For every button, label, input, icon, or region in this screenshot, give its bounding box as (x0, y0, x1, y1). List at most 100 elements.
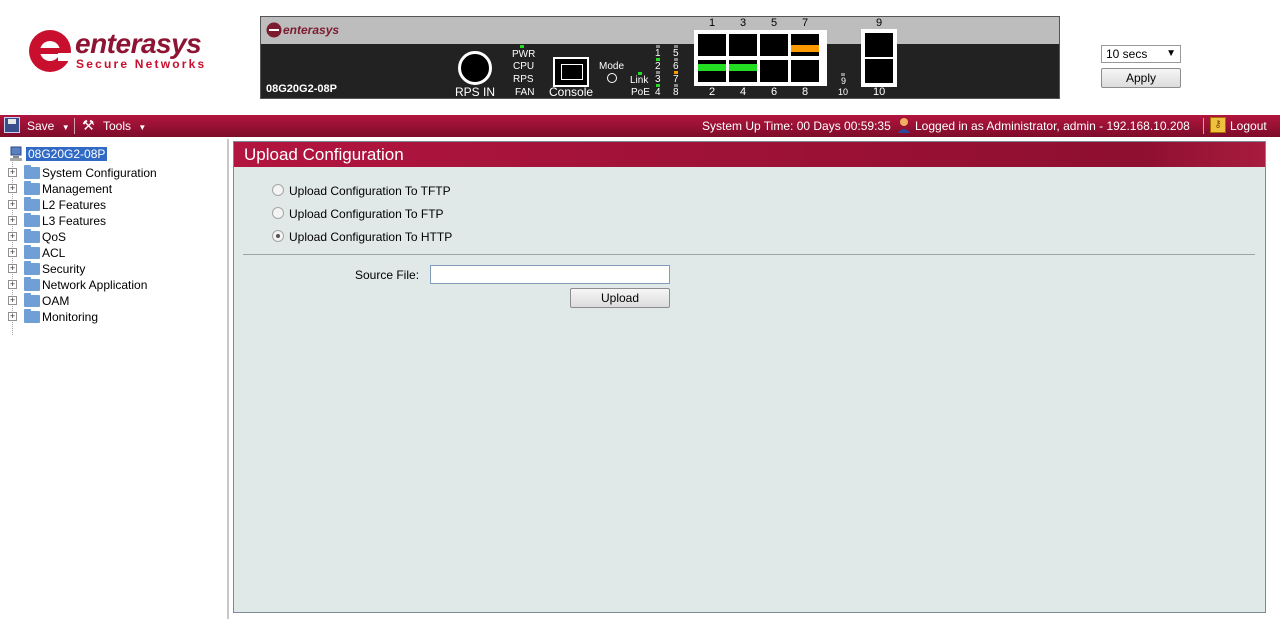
expand-icon[interactable]: + (8, 184, 17, 193)
port-num-1: 1 (709, 17, 716, 29)
radio-tftp[interactable] (272, 184, 284, 196)
rps-led-label: RPS (513, 74, 534, 85)
apply-button[interactable]: Apply (1101, 68, 1181, 88)
port-6[interactable] (760, 60, 788, 82)
radio-http[interactable] (272, 230, 284, 242)
tree-item-label: QoS (42, 230, 67, 244)
link-label: Link (630, 75, 649, 86)
mode-label: Mode (599, 61, 625, 72)
tree-item-label: Network Application (42, 278, 148, 292)
folder-icon (24, 165, 40, 179)
folder-icon (24, 293, 40, 307)
sfp-ports (861, 29, 897, 87)
expand-icon[interactable]: + (8, 280, 17, 289)
system-uptime: System Up Time: 00 Days 00:59:35 (702, 119, 891, 133)
sfp-port-9[interactable] (865, 33, 893, 57)
navigation-tree: 08G20G2-08P + System Configuration + Man… (0, 139, 229, 619)
key-icon[interactable]: ⚷ (1210, 117, 1226, 133)
port-num-3: 3 (740, 17, 747, 29)
source-file-label: Source File: (355, 268, 420, 282)
refresh-interval-select[interactable]: 10 secs ▼ (1101, 45, 1181, 63)
save-chevron-icon: ▼ (61, 123, 70, 132)
expand-icon[interactable]: + (8, 296, 17, 305)
port-num-4: 4 (740, 86, 747, 98)
port-5[interactable] (760, 34, 788, 56)
ethernet-ports (694, 30, 827, 86)
poe-label: PoE (631, 87, 650, 98)
pwr-label: PWR (512, 49, 536, 60)
port-2[interactable] (698, 60, 726, 82)
user-icon (898, 118, 910, 133)
sfp-num-10: 10 (873, 86, 886, 98)
expand-icon[interactable]: + (8, 264, 17, 273)
upload-button[interactable]: Upload (570, 288, 670, 308)
radio-ftp[interactable] (272, 207, 284, 219)
folder-icon (24, 181, 40, 195)
tree-item-label: System Configuration (42, 166, 157, 180)
page-title-bar: Upload Configuration (234, 142, 1265, 167)
logo-mark-icon (29, 30, 72, 72)
source-file-input[interactable] (430, 265, 670, 284)
cpu-label: CPU (513, 61, 535, 72)
panel-model: 08G20G2-08P (266, 83, 337, 95)
sfp-num-9: 9 (876, 17, 883, 29)
tree-item-label: OAM (42, 294, 70, 308)
port-8[interactable] (791, 60, 819, 82)
tree-root-label: 08G20G2-08P (26, 147, 108, 161)
led-num-8: 8 (673, 87, 679, 98)
port-4[interactable] (729, 60, 757, 82)
expand-icon[interactable]: + (8, 248, 17, 257)
enterasys-logo: enterasys Secure Networks (28, 28, 238, 76)
port-2-activity (698, 64, 726, 71)
tree-item-label: ACL (42, 246, 66, 260)
toolbar: Save ▼ ⚒ Tools ▼ System Up Time: 00 Days… (0, 115, 1280, 137)
port-4-activity (729, 64, 757, 71)
console-port (553, 57, 589, 87)
port-7[interactable] (791, 34, 819, 56)
port-7-activity (791, 45, 819, 52)
expand-icon[interactable]: + (8, 200, 17, 209)
toolbar-separator-2 (1203, 118, 1204, 134)
tools-label: Tools (103, 119, 132, 133)
save-menu[interactable]: Save ▼ (27, 119, 70, 133)
tools-chevron-icon: ▼ (138, 123, 147, 132)
port-num-7: 7 (802, 17, 809, 29)
tools-menu[interactable]: Tools ▼ (103, 119, 146, 133)
save-icon[interactable] (4, 117, 20, 133)
tree-item-label: Monitoring (42, 310, 99, 324)
logo-wordmark: enterasys (75, 28, 202, 59)
expand-icon[interactable]: + (8, 232, 17, 241)
chevron-down-icon: ▼ (1166, 48, 1176, 59)
port-1[interactable] (698, 34, 726, 56)
port-3[interactable] (729, 34, 757, 56)
expand-icon[interactable]: + (8, 168, 17, 177)
option-ftp-label: Upload Configuration To FTP (289, 207, 444, 221)
device-front-panel[interactable]: enterasys 08G20G2-08P RPS IN PWR CPU RPS… (260, 16, 1060, 99)
logout-link[interactable]: Logout (1230, 119, 1267, 133)
toolbar-separator (74, 118, 75, 134)
rps-port (458, 51, 492, 85)
save-label: Save (27, 119, 55, 133)
sfp-port-10[interactable] (865, 59, 893, 83)
folder-icon (24, 213, 40, 227)
tree-item-label: Security (42, 262, 86, 276)
panel-top-strip: enterasys (261, 17, 1059, 44)
folder-icon (24, 261, 40, 275)
tree-item-label: L3 Features (42, 214, 107, 228)
folder-icon (24, 277, 40, 291)
expand-icon[interactable]: + (8, 312, 17, 321)
port-num-8: 8 (802, 86, 809, 98)
led-num-10: 10 (838, 87, 849, 97)
pwr-led (520, 45, 524, 48)
expand-icon[interactable]: + (8, 216, 17, 225)
page-title: Upload Configuration (244, 145, 404, 164)
panel-brand: enterasys (283, 23, 340, 37)
option-tftp-label: Upload Configuration To TFTP (289, 184, 451, 198)
tools-icon[interactable]: ⚒ (82, 117, 95, 134)
folder-icon (24, 245, 40, 259)
panel-logo-icon (266, 22, 282, 38)
page-root: enterasys Secure Networks enterasys 08G2… (0, 0, 1280, 619)
mode-button[interactable] (607, 73, 617, 83)
rps-label: RPS IN (455, 85, 496, 99)
tree-item-label: L2 Features (42, 198, 107, 212)
